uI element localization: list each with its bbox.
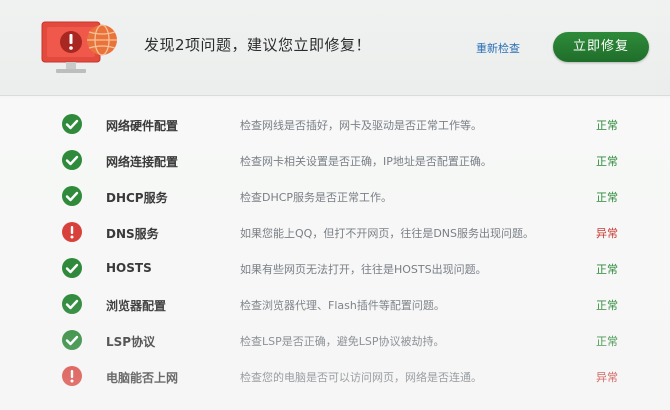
item-description: 如果您能上QQ，但打不开网页，往往是DNS服务出现问题。 [240,227,534,240]
item-description: 检查您的电脑是否可以访问网页，网络是否连通。 [240,371,482,384]
check-ok-icon [62,258,82,278]
item-status: 正常 [596,155,618,168]
header: 发现2项问题，建议您立即修复！ 重新检查 立即修复 [0,0,670,96]
item-name: 网络硬件配置 [106,119,179,133]
item-description: 检查LSP是否正确，避免LSP协议被劫持。 [240,335,445,348]
check-ok-icon [62,294,82,314]
check-list: 网络硬件配置 检查网线是否插好，网卡及驱动是否正常工作等。 正常 网络连接配置 … [0,108,670,396]
item-name: LSP协议 [106,335,156,349]
check-ok-icon [62,330,82,350]
item-name: DHCP服务 [106,191,168,205]
item-status: 正常 [596,263,618,276]
item-description: 检查网线是否插好，网卡及驱动是否正常工作等。 [240,119,482,132]
headline: 发现2项问题，建议您立即修复！ [144,36,372,54]
item-status: 正常 [596,299,618,312]
check-row: HOSTS 如果有些网页无法打开，往往是HOSTS出现问题。 正常 [0,252,670,288]
item-status: 异常 [596,227,618,240]
item-status: 异常 [596,371,618,384]
check-row: 电脑能否上网 检查您的电脑是否可以访问网页，网络是否连通。 异常 [0,360,670,396]
item-description: 如果有些网页无法打开，往往是HOSTS出现问题。 [240,263,487,276]
rescan-link[interactable]: 重新检查 [476,40,520,56]
item-name: DNS服务 [106,227,159,241]
item-name: 浏览器配置 [106,299,167,313]
item-name: 网络连接配置 [106,155,179,169]
item-description: 检查浏览器代理、Flash插件等配置问题。 [240,299,445,312]
check-row: DHCP服务 检查DHCP服务是否正常工作。 正常 [0,180,670,216]
item-status: 正常 [596,119,618,132]
item-description: 检查网卡相关设置是否正确，IP地址是否配置正确。 [240,155,492,168]
check-ok-icon [62,114,82,134]
item-description: 检查DHCP服务是否正常工作。 [240,191,393,204]
check-ok-icon [62,150,82,170]
check-row: LSP协议 检查LSP是否正确，避免LSP协议被劫持。 正常 [0,324,670,360]
warning-icon [62,222,82,242]
check-row: DNS服务 如果您能上QQ，但打不开网页，往往是DNS服务出现问题。 异常 [0,216,670,252]
item-name: 电脑能否上网 [106,371,179,385]
network-repair-window: 发现2项问题，建议您立即修复！ 重新检查 立即修复 网络硬件配置 检查网线是否插… [0,0,670,410]
item-status: 正常 [596,191,618,204]
item-name: HOSTS [106,261,152,275]
network-error-icon [41,21,117,73]
check-row: 网络连接配置 检查网卡相关设置是否正确，IP地址是否配置正确。 正常 [0,144,670,180]
item-status: 正常 [596,335,618,348]
warning-icon [62,366,82,386]
repair-now-button[interactable]: 立即修复 [553,32,649,62]
check-ok-icon [62,186,82,206]
check-row: 浏览器配置 检查浏览器代理、Flash插件等配置问题。 正常 [0,288,670,324]
check-row: 网络硬件配置 检查网线是否插好，网卡及驱动是否正常工作等。 正常 [0,108,670,144]
